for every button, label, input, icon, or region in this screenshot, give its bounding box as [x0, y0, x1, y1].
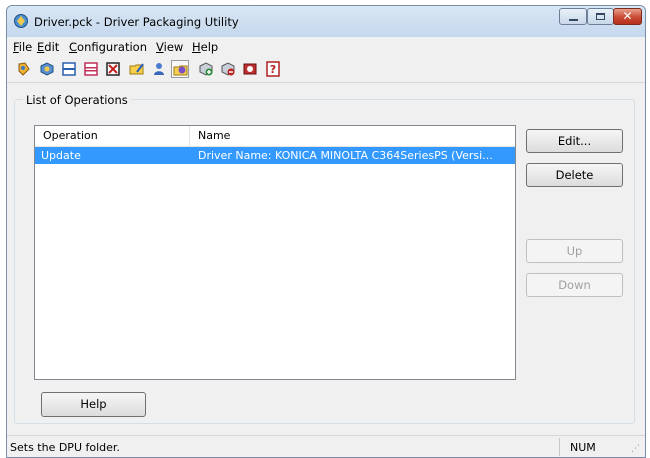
maximize-icon	[596, 13, 605, 20]
group-title: List of Operations	[23, 93, 131, 107]
remove-icon[interactable]	[219, 60, 237, 78]
dpu-folder-icon[interactable]	[171, 60, 189, 78]
operations-list[interactable]: Operation Name Update Driver Name: KONIC…	[34, 125, 516, 380]
close-button[interactable]: ✕	[613, 8, 642, 25]
folder-edit-icon[interactable]	[128, 60, 146, 78]
close-file-icon[interactable]	[104, 60, 122, 78]
add-icon[interactable]	[197, 60, 215, 78]
toolbar: ?	[7, 56, 645, 83]
minimize-button[interactable]	[559, 8, 587, 25]
menu-view[interactable]: View	[156, 40, 183, 54]
save-icon[interactable]	[60, 60, 78, 78]
new-icon[interactable]	[15, 60, 33, 78]
title-bar[interactable]: Driver.pck - Driver Packaging Utility ✕	[7, 6, 645, 37]
list-header: Operation Name	[35, 126, 515, 147]
client-area: List of Operations Operation Name Update…	[7, 83, 645, 435]
window-title: Driver.pck - Driver Packaging Utility	[34, 15, 239, 29]
down-button[interactable]: Down	[526, 273, 623, 297]
column-header-name[interactable]: Name	[190, 126, 515, 146]
user-icon[interactable]	[150, 60, 168, 78]
edit-button[interactable]: Edit...	[526, 129, 623, 153]
svg-text:?: ?	[270, 63, 276, 76]
menu-help[interactable]: Help	[192, 40, 218, 54]
status-divider	[559, 438, 560, 456]
open-icon[interactable]	[38, 60, 56, 78]
status-text: Sets the DPU folder.	[10, 441, 120, 454]
menu-edit[interactable]: Edit	[37, 40, 59, 54]
menu-bar: File Edit Configuration View Help	[7, 37, 645, 56]
menu-file[interactable]: File	[13, 40, 32, 54]
status-bar: Sets the DPU folder. NUM ⋰	[7, 435, 645, 457]
resize-grip-icon[interactable]: ⋰	[631, 443, 643, 455]
table-row[interactable]: Update Driver Name: KONICA MINOLTA C364S…	[35, 147, 515, 164]
minimize-icon	[569, 19, 578, 21]
help-icon[interactable]: ?	[264, 60, 282, 78]
maximize-button[interactable]	[587, 8, 614, 25]
up-button[interactable]: Up	[526, 239, 623, 263]
save-as-icon[interactable]	[82, 60, 100, 78]
help-button[interactable]: Help	[41, 392, 146, 417]
column-header-operation[interactable]: Operation	[35, 126, 190, 146]
row-operation: Update	[41, 149, 81, 162]
delete-button[interactable]: Delete	[526, 163, 623, 187]
close-icon: ✕	[622, 9, 633, 23]
row-name: Driver Name: KONICA MINOLTA C364SeriesPS…	[198, 149, 493, 162]
menu-configuration[interactable]: Configuration	[69, 40, 147, 54]
app-icon[interactable]	[13, 13, 29, 29]
num-lock-indicator: NUM	[570, 441, 596, 454]
app-window: Driver.pck - Driver Packaging Utility ✕ …	[6, 5, 646, 458]
install-icon[interactable]	[241, 60, 259, 78]
